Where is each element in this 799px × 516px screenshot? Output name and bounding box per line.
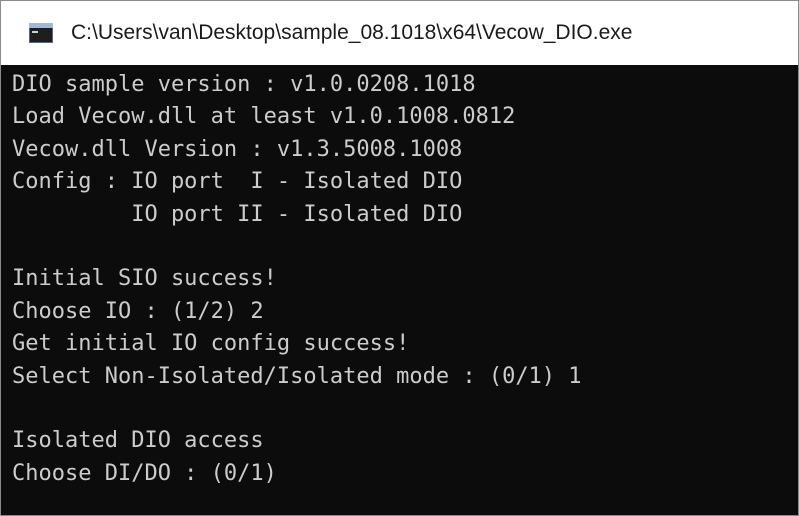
title-bar[interactable]: C:\Users\van\Desktop\sample_08.1018\x64\… <box>1 1 798 65</box>
console-line: Get initial IO config success! <box>12 331 410 357</box>
console-line: Config : IO port I - Isolated DIO <box>12 169 463 195</box>
console-prompt-line[interactable]: Choose DI/DO : (0/1) <box>12 458 798 490</box>
console-line: Select Non-Isolated/Isolated mode : (0/1… <box>12 363 582 389</box>
console-line: Isolated DIO access <box>12 428 264 454</box>
console-app-icon[interactable] <box>29 23 53 43</box>
console-line: DIO sample version : v1.0.0208.1018 <box>12 72 476 97</box>
console-line: Choose IO : (1/2) 2 <box>12 298 264 324</box>
console-line: Vecow.dll Version : v1.3.5008.1008 <box>12 136 463 162</box>
console-window: C:\Users\van\Desktop\sample_08.1018\x64\… <box>0 0 799 516</box>
window-title: C:\Users\van\Desktop\sample_08.1018\x64\… <box>71 21 633 44</box>
console-output[interactable]: DIO sample version : v1.0.0208.1018 Load… <box>1 65 798 515</box>
console-line: Initial SIO success! <box>12 266 277 292</box>
console-line: Load Vecow.dll at least v1.0.1008.0812 <box>12 104 516 130</box>
console-line: IO port II - Isolated DIO <box>12 201 463 227</box>
